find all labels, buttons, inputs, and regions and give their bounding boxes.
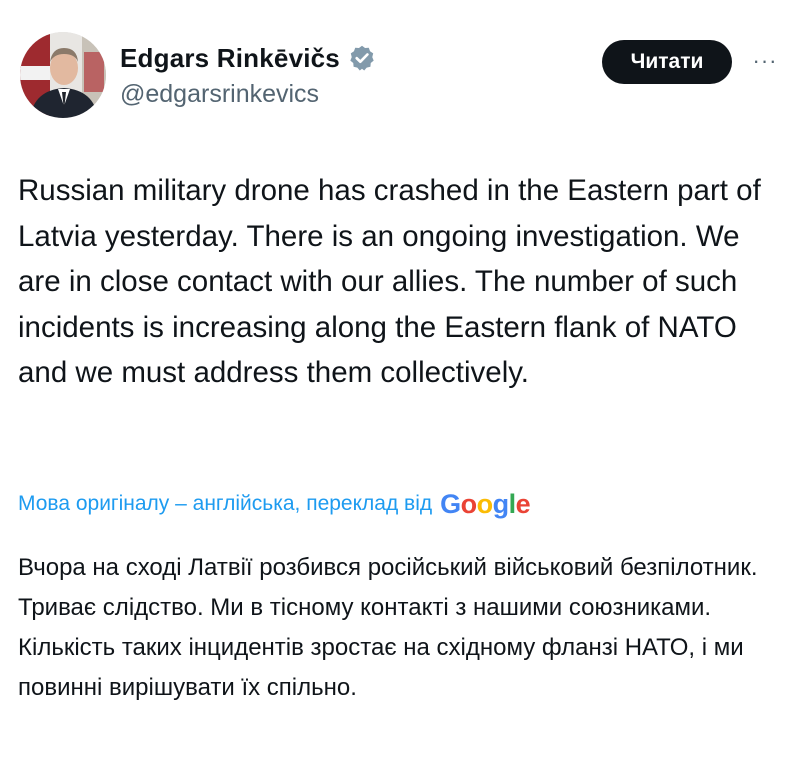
- tweet-text: Russian military drone has crashed in th…: [18, 174, 761, 389]
- translation-notice-text: Мова оригіналу – англійська, переклад ві…: [18, 492, 433, 515]
- more-options-icon[interactable]: ···: [750, 46, 780, 76]
- author-handle[interactable]: @edgarsrinkevics: [120, 80, 319, 109]
- translated-text: Вчора на сході Латвії розбився російськи…: [18, 554, 758, 701]
- follow-button[interactable]: Читати: [602, 40, 732, 84]
- avatar-image: [20, 32, 106, 118]
- tweet-header: Edgars Rinkēvičs @edgarsrinkevics Читати…: [20, 28, 780, 124]
- author-display-name[interactable]: Edgars Rinkēvičs: [120, 43, 340, 74]
- google-logo: Google: [440, 488, 531, 519]
- translation-notice[interactable]: Мова оригіналу – англійська, переклад ві…: [18, 484, 531, 524]
- avatar[interactable]: [20, 32, 106, 118]
- name-row: Edgars Rinkēvičs: [120, 40, 376, 76]
- verified-badge-icon[interactable]: [348, 44, 376, 72]
